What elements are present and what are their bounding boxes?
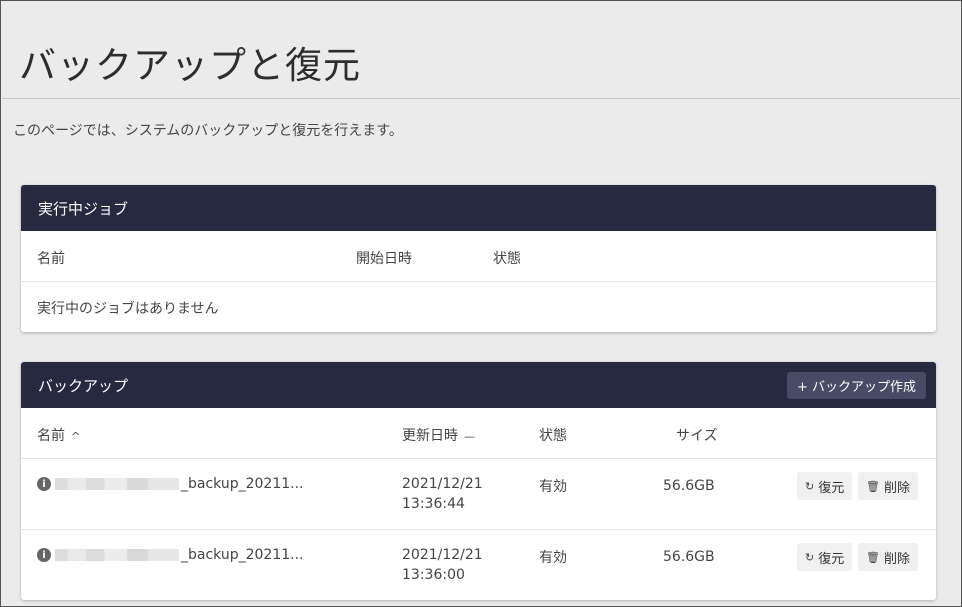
window: バックアップと復元 このページでは、システムのバックアップと復元を行えます。 実… bbox=[0, 0, 962, 607]
delete-button[interactable]: 🗑 削除 bbox=[858, 543, 918, 571]
title-divider bbox=[2, 98, 960, 99]
create-backup-label: + バックアップ作成 bbox=[796, 379, 916, 395]
delete-label: 削除 bbox=[883, 551, 910, 567]
backup-date: 2021/12/21 bbox=[402, 476, 483, 492]
restore-icon: ↻ bbox=[805, 550, 815, 564]
redacted-name bbox=[55, 549, 179, 561]
column-updated-sortable[interactable]: 更新日時 — bbox=[402, 425, 475, 445]
backups-header: バックアップ + バックアップ作成 bbox=[21, 362, 936, 408]
restore-label: 復元 bbox=[818, 551, 845, 567]
column-start-time: 開始日時 bbox=[356, 251, 412, 267]
sort-none-icon: — bbox=[464, 430, 475, 443]
restore-button[interactable]: ↻ 復元 bbox=[797, 543, 853, 571]
backup-status: 有効 bbox=[539, 550, 567, 566]
create-backup-button[interactable]: + バックアップ作成 bbox=[786, 371, 926, 399]
column-size: サイズ bbox=[676, 428, 718, 444]
delete-label: 削除 bbox=[883, 480, 910, 496]
column-status: 状態 bbox=[539, 428, 567, 444]
column-updated-label: 更新日時 bbox=[402, 428, 458, 444]
empty-row: 実行中のジョブはありません bbox=[21, 282, 936, 332]
backup-name: _backup_20211... bbox=[181, 547, 304, 563]
delete-button[interactable]: 🗑 削除 bbox=[858, 472, 918, 500]
sort-ascending-icon: ^ bbox=[71, 430, 81, 443]
running-jobs-header: 実行中ジョブ bbox=[21, 185, 936, 231]
backup-size: 56.6GB bbox=[663, 478, 715, 494]
column-name-sortable[interactable]: 名前 ^ bbox=[37, 425, 80, 445]
running-jobs-column-header: 名前 開始日時 状態 bbox=[21, 231, 936, 282]
backup-time: 13:36:44 bbox=[402, 496, 465, 512]
info-icon[interactable]: i bbox=[37, 548, 51, 562]
backup-name: _backup_20211... bbox=[181, 476, 304, 492]
backup-name-cell: i _backup_20211... bbox=[37, 476, 304, 492]
backup-date: 2021/12/21 bbox=[402, 547, 483, 563]
column-name-label: 名前 bbox=[37, 428, 65, 444]
running-jobs-title: 実行中ジョブ bbox=[38, 199, 129, 218]
backup-name-cell: i _backup_20211... bbox=[37, 547, 304, 563]
restore-button[interactable]: ↻ 復元 bbox=[797, 472, 853, 500]
restore-label: 復元 bbox=[818, 480, 845, 496]
column-status: 状態 bbox=[493, 251, 521, 267]
page-description: このページでは、システムのバックアップと復元を行えます。 bbox=[13, 123, 403, 139]
running-jobs-panel: 実行中ジョブ 名前 開始日時 状態 実行中のジョブはありません bbox=[21, 185, 936, 332]
backups-panel: バックアップ + バックアップ作成 名前 ^ 更新日時 — 状態 サイズ i _bac… bbox=[21, 362, 936, 600]
info-icon[interactable]: i bbox=[37, 477, 51, 491]
backups-column-header: 名前 ^ 更新日時 — 状態 サイズ bbox=[21, 408, 936, 459]
empty-message: 実行中のジョブはありません bbox=[37, 301, 219, 317]
backup-size: 56.6GB bbox=[663, 549, 715, 565]
backups-title: バックアップ bbox=[38, 376, 129, 395]
page-title: バックアップと復元 bbox=[19, 44, 361, 87]
redacted-name bbox=[55, 478, 179, 490]
backup-status: 有効 bbox=[539, 479, 567, 495]
column-name: 名前 bbox=[37, 251, 65, 267]
trash-icon: 🗑 bbox=[866, 479, 880, 493]
trash-icon: 🗑 bbox=[866, 550, 880, 564]
table-row: i _backup_20211... 2021/12/21 13:36:00 有効… bbox=[21, 530, 936, 600]
backup-time: 13:36:00 bbox=[402, 567, 465, 583]
table-row: i _backup_20211... 2021/12/21 13:36:44 有効… bbox=[21, 459, 936, 530]
restore-icon: ↻ bbox=[805, 479, 815, 493]
